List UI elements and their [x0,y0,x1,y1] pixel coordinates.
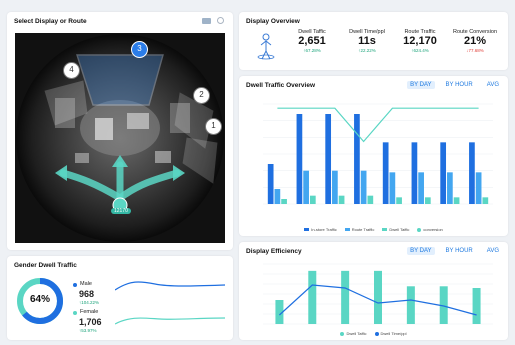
legend-dwell-traffic: Dwell Taffic [340,331,367,336]
metric-route-traffic: Route Traffic 12,170 ↑624.4% [392,29,448,53]
bar-3 [338,195,345,204]
tab-by-hour[interactable]: BY HOUR [443,81,476,89]
metric-delta: ↑22.22% [358,48,376,53]
bar-1 [406,286,415,324]
legend-route: Route Traffic [344,227,374,232]
female-dot [73,311,77,315]
bar-1 [440,142,447,204]
bar-1 [354,114,360,204]
bar-3 [396,197,402,204]
metric-delta: ↓77.68% [466,48,484,53]
bar-2 [360,170,367,204]
bar-3 [367,195,374,204]
bar-1 [296,114,303,204]
ring-value: 64% [29,294,50,305]
zone-marker-3[interactable]: 3 [131,41,148,58]
female-label: Female [80,309,99,315]
metric-dwell-time: Dwell Time/ppl 11s ↑22.22% [339,29,395,53]
zone-marker-1[interactable]: 1 [205,118,222,135]
zone-3-outline [76,54,164,106]
metric-value: 12,170 [403,35,437,47]
bar-2 [274,189,281,204]
bar-1 [469,142,475,204]
series-line [277,107,479,143]
tab-by-day[interactable]: BY DAY [407,247,435,255]
female-delta: ↑53.97% [79,328,97,333]
metric-route-conversion: Route Conversion 21% ↓77.68% [447,29,503,53]
camera-panel-title: Select Display or Route [14,18,87,25]
metric-dwell-traffic: Dwell Taffic 2,651 ↑67.28% [284,29,340,53]
gender-panel-title: Gender Dwell Traffic [14,262,77,269]
metric-delta: ↑67.28% [303,48,321,53]
gender-sparklines [115,281,225,325]
dwell-traffic-panel: Dwell Traffic Overview BY DAY BY HOUR AV… [239,76,508,236]
bar-1 [308,270,317,324]
male-label: Male [80,281,92,287]
settings-icon[interactable] [217,17,224,24]
tab-by-day[interactable]: BY DAY [407,81,435,89]
bar-2 [332,170,338,204]
dwell-traffic-title: Dwell Traffic Overview [246,82,316,89]
overview-panel: Display Overview Dwell Taffic 2,651 ↑67.… [239,12,508,70]
legend-dwell-time: Dwell Time/ppl [374,331,407,336]
bar-2 [447,172,453,204]
bar-3 [309,195,316,204]
female-value: 1,706 [79,317,102,327]
bar-3 [281,199,287,204]
bar-1 [267,164,274,204]
efficiency-panel: Display Efficiency BY DAY BY HOUR AVG Dw… [239,242,508,340]
bar-1 [341,270,350,324]
bar-1 [382,142,389,204]
efficiency-tabs: BY DAY BY HOUR AVG [407,247,502,255]
female-sparkline [115,317,225,325]
bar-1 [325,114,332,204]
legend-dwell: Dwell Taffic [382,227,409,232]
tab-by-hour[interactable]: BY HOUR [443,247,476,255]
efficiency-title: Display Efficiency [246,248,302,255]
tab-avg[interactable]: AVG [484,81,502,89]
male-delta: ↑104.22% [79,300,100,305]
legend-conversion: conversion [417,227,443,232]
bar-3 [424,197,431,204]
route-count-label[interactable]: 12170 [111,208,131,214]
metric-delta: ↑624.4% [411,48,429,53]
bar-3 [453,197,460,204]
dwell-traffic-legend: In-store Traffic Route Traffic Dwell Taf… [239,227,508,232]
bar-2 [418,172,424,204]
metric-value: 2,651 [298,35,326,47]
gender-panel: Gender Dwell Traffic 64% Male 968 ↑104.2… [7,256,233,340]
bar-2 [303,170,309,204]
dwell-traffic-tabs: BY DAY BY HOUR AVG [407,81,502,89]
dwell-traffic-chart [263,103,493,205]
overview-panel-title: Display Overview [246,18,300,25]
male-value: 968 [79,289,95,299]
person-display-icon [257,33,275,60]
zone-marker-2[interactable]: 2 [193,87,210,104]
zone-marker-4[interactable]: 4 [63,62,80,79]
bar-2 [389,172,396,204]
male-sparkline [115,281,225,291]
male-dot [73,283,77,287]
legend-instore: In-store Traffic [304,227,337,232]
efficiency-legend: Dwell Taffic Dwell Time/ppl [239,331,508,336]
camera-panel: Select Display or Route 1 2170 3 4 2 1 [7,12,233,250]
tab-avg[interactable]: AVG [484,247,502,255]
bar-1 [374,270,382,324]
bar-2 [475,172,482,204]
bar-1 [472,288,481,324]
grid-view-icon[interactable] [202,18,211,24]
bar-3 [482,197,489,204]
metric-value: 21% [463,35,487,47]
metric-value: 11s [358,35,376,47]
bar-1 [411,142,418,204]
efficiency-chart [263,263,493,325]
